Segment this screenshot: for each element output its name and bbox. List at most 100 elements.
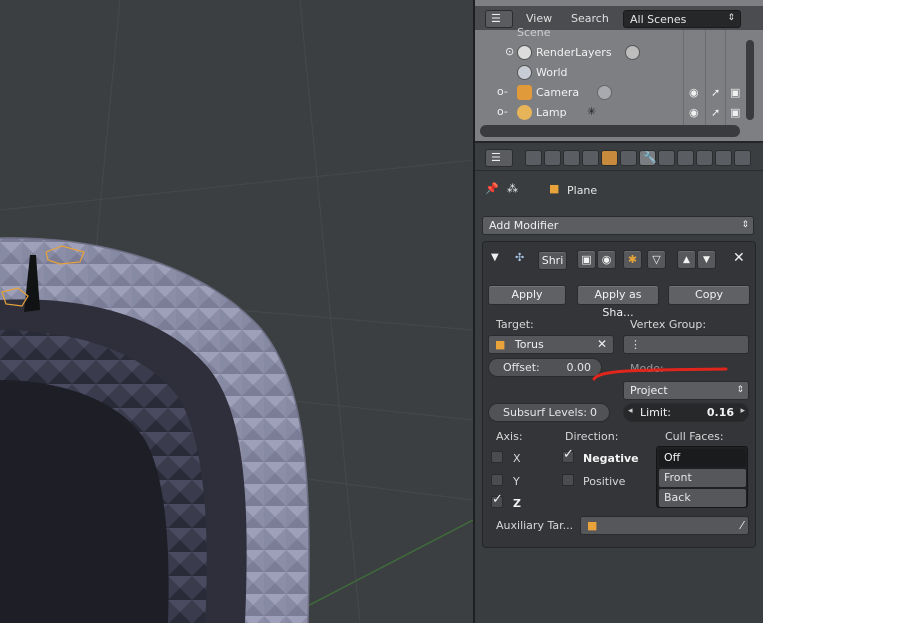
editor-type-button[interactable]: ☰ [485,149,513,167]
tree-item-world[interactable]: World [475,63,683,83]
properties-context: 📌 ⁂ ■ Plane [475,175,763,205]
tab-render[interactable] [525,150,542,166]
list-icon: ☰ [491,12,501,25]
axis-x-checkbox[interactable] [491,451,503,463]
apply-as-shape-label: Apply as Sha... [594,288,642,319]
expand-icon[interactable]: ⊙ [505,45,514,58]
chevron-left-icon[interactable]: ◂ [628,406,633,416]
apply-label: Apply [511,288,543,301]
tree-item-lamp[interactable]: o- Lamp ✳ ◉ ➚ ▣ [475,103,763,123]
tree-item-label: Scene [517,26,551,39]
mode-select[interactable]: Project ⇕ [623,381,749,400]
direction-label: Direction: [565,430,619,443]
add-modifier-menu[interactable]: Add Modifier ⇕ [482,216,754,235]
viewport-scene [0,0,473,623]
tree-item-label: Camera [536,86,580,99]
outliner-horizontal-scrollbar[interactable] [480,125,740,137]
toggle-cage-button[interactable]: ▽ [647,250,666,269]
outliner: ☰ View Search All Scenes ⇕ Scene ⊙ Rende… [475,0,763,143]
toggle-editmode-button[interactable]: ✱ [623,250,642,269]
axis-z-label: Z [513,497,521,510]
toggle-viewport-button[interactable]: ◉ [597,250,616,269]
cull-option-front[interactable]: Front [659,469,746,487]
clear-target-icon[interactable]: ✕ [597,336,607,353]
outliner-vertical-scrollbar[interactable] [746,40,754,120]
cull-option-off[interactable]: Off [659,449,746,467]
direction-negative-checkbox[interactable]: ✓ [562,447,574,463]
apply-button[interactable]: Apply [488,285,566,305]
target-field[interactable]: ■ Torus ✕ [488,335,614,354]
limit-field[interactable]: ◂ Limit: 0.16 ▸ [623,403,749,422]
cursor-icon[interactable]: ➚ [711,106,720,119]
object-cube-icon: ■ [549,182,560,195]
vertex-group-label: Vertex Group: [630,318,707,331]
wrench-icon: 🔧 [643,151,657,164]
collapse-triangle-icon[interactable]: ▼ [491,252,499,263]
tab-render-layers[interactable] [544,150,561,166]
3d-viewport[interactable] [0,0,473,623]
tab-scene[interactable] [563,150,580,166]
tab-data[interactable] [658,150,675,166]
eye-icon[interactable]: ◉ [689,106,699,119]
render-icon[interactable]: ▣ [730,86,740,99]
object-hierarchy-icon: ⁂ [507,182,518,195]
tree-item-label: RenderLayers [536,46,612,59]
vertex-group-field[interactable]: ⋮ [623,335,749,354]
offset-label: Offset: [503,361,540,374]
add-modifier-label: Add Modifier [489,219,559,232]
copy-label: Copy [695,288,723,301]
tab-particles[interactable] [715,150,732,166]
offset-value: 0.00 [566,361,592,374]
tab-world[interactable] [582,150,599,166]
properties-header: ☰ 🔧 [475,145,763,171]
search-menu[interactable]: Search [571,12,609,25]
apply-as-shape-button[interactable]: Apply as Sha... [577,285,659,319]
expand-icon[interactable]: o- [497,85,508,98]
axis-z-checkbox[interactable]: ✓ [491,492,503,508]
lamp-data-icon: ✳ [587,105,597,118]
eyedropper-icon[interactable]: ⁄ [741,517,743,534]
properties-icon: ☰ [491,151,501,164]
context-object-name: Plane [567,184,598,197]
tree-item-scene[interactable]: Scene [475,26,683,40]
checkmark-icon: ✓ [492,492,503,507]
modifier-name-field[interactable]: Shri [538,251,567,270]
eye-icon[interactable]: ◉ [689,86,699,99]
expand-icon[interactable]: o- [497,105,508,118]
chevron-updown-icon: ⇕ [741,220,749,230]
close-icon[interactable]: ✕ [733,250,745,266]
tab-physics[interactable] [734,150,751,166]
tree-item-camera[interactable]: o- Camera ◉ ➚ ▣ [475,83,763,103]
pin-icon[interactable]: 📌 [485,182,499,195]
move-up-button[interactable]: ▲ [677,250,696,269]
render-icon[interactable]: ▣ [730,106,740,119]
offset-field[interactable]: Offset: 0.00 [488,358,602,377]
tab-modifiers[interactable]: 🔧 [639,150,657,166]
auxiliary-target-field[interactable]: ■ ⁄ [580,516,749,535]
axis-y-checkbox[interactable] [491,474,503,486]
tab-material[interactable] [677,150,694,166]
cull-option-back[interactable]: Back [659,489,746,507]
direction-positive-checkbox[interactable] [562,474,574,486]
auxiliary-target-label: Auxiliary Tar... [496,519,574,532]
tree-item-renderlayers[interactable]: ⊙ RenderLayers [475,43,683,63]
chevron-right-icon[interactable]: ▸ [740,406,745,416]
tab-texture[interactable] [696,150,713,166]
target-value: Torus [514,338,544,351]
subsurf-levels-field[interactable]: Subsurf Levels: 0 [488,403,610,422]
lamp-icon [517,105,532,120]
direction-positive-label: Positive [583,475,626,488]
tab-object[interactable] [601,150,618,166]
modifier-name: Shri [541,254,564,267]
cull-option-label: Back [664,491,691,504]
scene-select-value: All Scenes [630,13,687,26]
cursor-icon[interactable]: ➚ [711,86,720,99]
axis-label: Axis: [496,430,523,443]
move-down-button[interactable]: ▼ [697,250,716,269]
blender-window: ☰ View Search All Scenes ⇕ Scene ⊙ Rende… [0,0,763,623]
toggle-render-button[interactable]: ▣ [577,250,596,269]
world-icon [517,65,532,80]
copy-button[interactable]: Copy [668,285,750,305]
view-menu[interactable]: View [526,12,552,25]
tab-constraints[interactable] [620,150,637,166]
